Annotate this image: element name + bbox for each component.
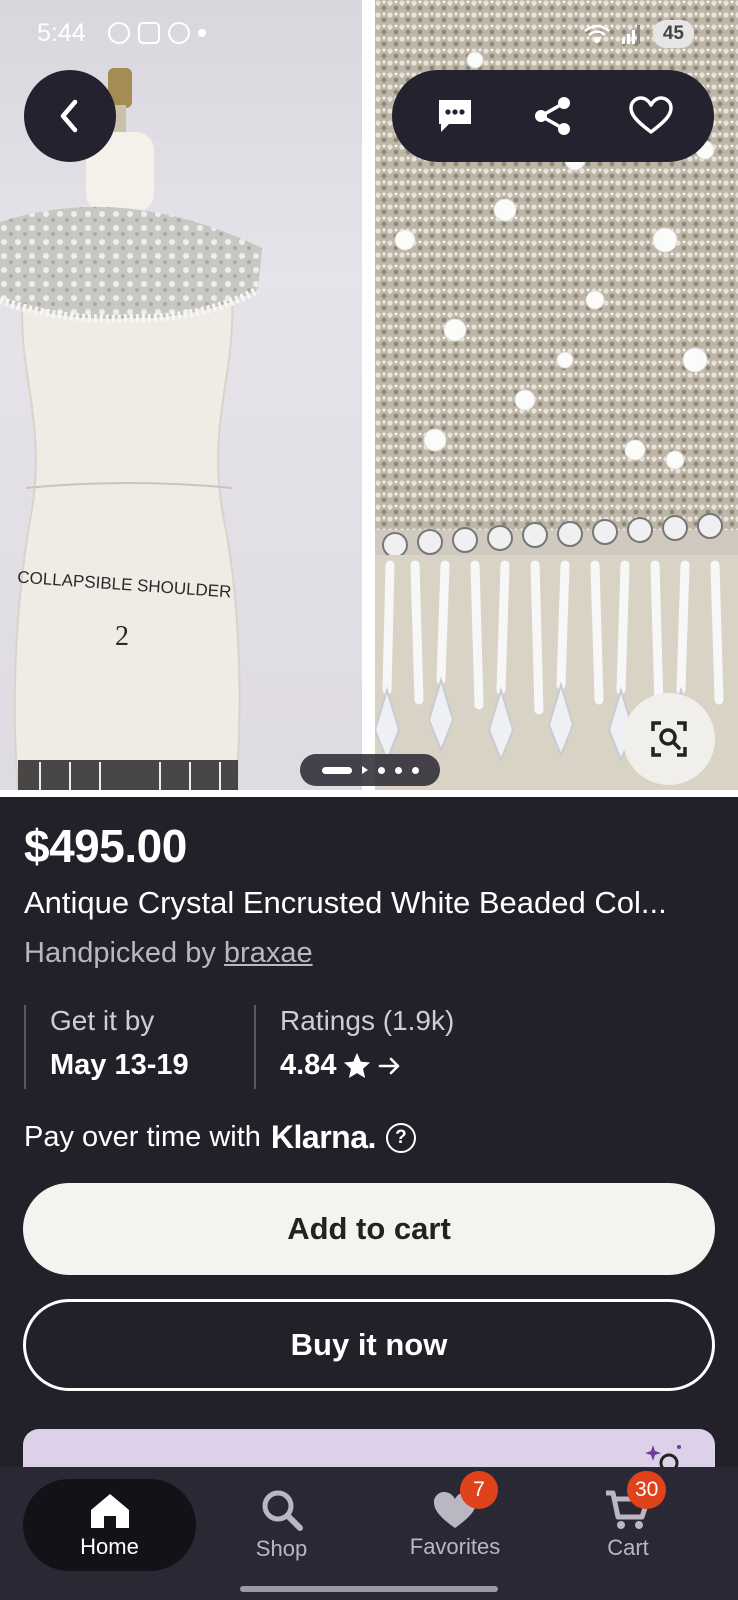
chevron-left-icon <box>60 99 78 133</box>
battery-level: 45 <box>652 20 694 48</box>
share-icon <box>535 97 570 135</box>
nav-favorites[interactable]: Favorites 7 <box>372 1471 538 1571</box>
favorites-count-badge: 7 <box>460 1471 498 1509</box>
visual-search-icon <box>651 721 687 757</box>
pager-active-indicator <box>321 766 352 774</box>
buy-it-now-button[interactable]: Buy it now <box>23 1299 715 1391</box>
product-title[interactable]: Antique Crystal Encrusted White Beaded C… <box>24 885 724 921</box>
mannequin-size: 2 <box>115 621 129 652</box>
question-circle-icon[interactable]: ? <box>385 1122 416 1153</box>
messenger-icon <box>108 22 130 44</box>
gesture-home-bar[interactable] <box>240 1586 498 1592</box>
delivery-label: Get it by <box>50 1005 155 1036</box>
bottom-navigation: Home Shop Favorites 7 Cart 30 <box>0 1467 738 1600</box>
delivery-dates: May 13-19 <box>50 1049 189 1081</box>
notification-icons <box>108 22 206 44</box>
status-bar: 5:44 45 <box>0 0 738 70</box>
pager-video-indicator-icon <box>361 766 368 774</box>
messenger-icon <box>168 22 190 44</box>
wifi-icon <box>584 24 610 43</box>
delivery-estimate: Get it by May 13-19 <box>24 1005 254 1089</box>
heart-outline-icon <box>629 96 673 134</box>
curator-link[interactable]: braxae <box>224 937 313 969</box>
message-icon <box>439 100 471 132</box>
message-seller-button[interactable] <box>425 86 485 146</box>
ratings-label: Ratings (1.9k) <box>280 1005 455 1036</box>
handpicked-prefix: Handpicked by <box>24 937 216 969</box>
search-icon <box>262 1490 303 1531</box>
listing-actions <box>392 70 714 162</box>
klarna-logo: Klarna. <box>270 1119 376 1155</box>
nav-home-label: Home <box>80 1534 139 1559</box>
system-icons: 45 <box>583 20 694 48</box>
share-button[interactable] <box>523 86 583 146</box>
screenshot-icon <box>138 22 160 44</box>
favorite-button[interactable] <box>621 86 681 146</box>
status-time: 5:44 <box>37 19 86 47</box>
pager-dot <box>377 766 385 774</box>
ratings-summary[interactable]: Ratings (1.9k) 4.84 <box>254 1005 554 1089</box>
klarna-text: Pay over time with <box>24 1121 261 1153</box>
add-to-cart-button[interactable]: Add to cart <box>23 1183 715 1275</box>
home-icon <box>90 1494 129 1528</box>
handpicked-by: Handpicked by braxae <box>24 937 313 970</box>
nav-favorites-label: Favorites <box>409 1534 501 1559</box>
klarna-promo: Pay over time with Klarna. ? <box>24 1119 416 1156</box>
signal-icon <box>621 25 640 44</box>
delivery-ratings-row: Get it by May 13-19 Ratings (1.9k) 4.84 <box>24 1005 724 1089</box>
image-pager <box>300 754 440 786</box>
star-icon <box>344 1052 371 1078</box>
rating-value: 4.84 <box>280 1049 337 1081</box>
cart-count-badge: 30 <box>627 1471 667 1509</box>
pager-dot <box>411 766 419 774</box>
visual-search-button[interactable] <box>623 693 715 785</box>
more-notifications-dot-icon <box>198 29 206 37</box>
nav-cart-label: Cart <box>607 1535 649 1560</box>
nav-shop-label: Shop <box>255 1536 308 1561</box>
nav-home[interactable]: Home <box>23 1479 196 1571</box>
product-price: $495.00 <box>24 820 187 872</box>
rating-row: 4.84 <box>280 1049 554 1082</box>
back-button[interactable] <box>24 70 116 162</box>
nav-cart[interactable]: Cart 30 <box>545 1471 711 1571</box>
nav-shop[interactable]: Shop <box>200 1479 363 1571</box>
arrow-right-icon <box>379 1057 400 1074</box>
pager-dot <box>394 766 402 774</box>
